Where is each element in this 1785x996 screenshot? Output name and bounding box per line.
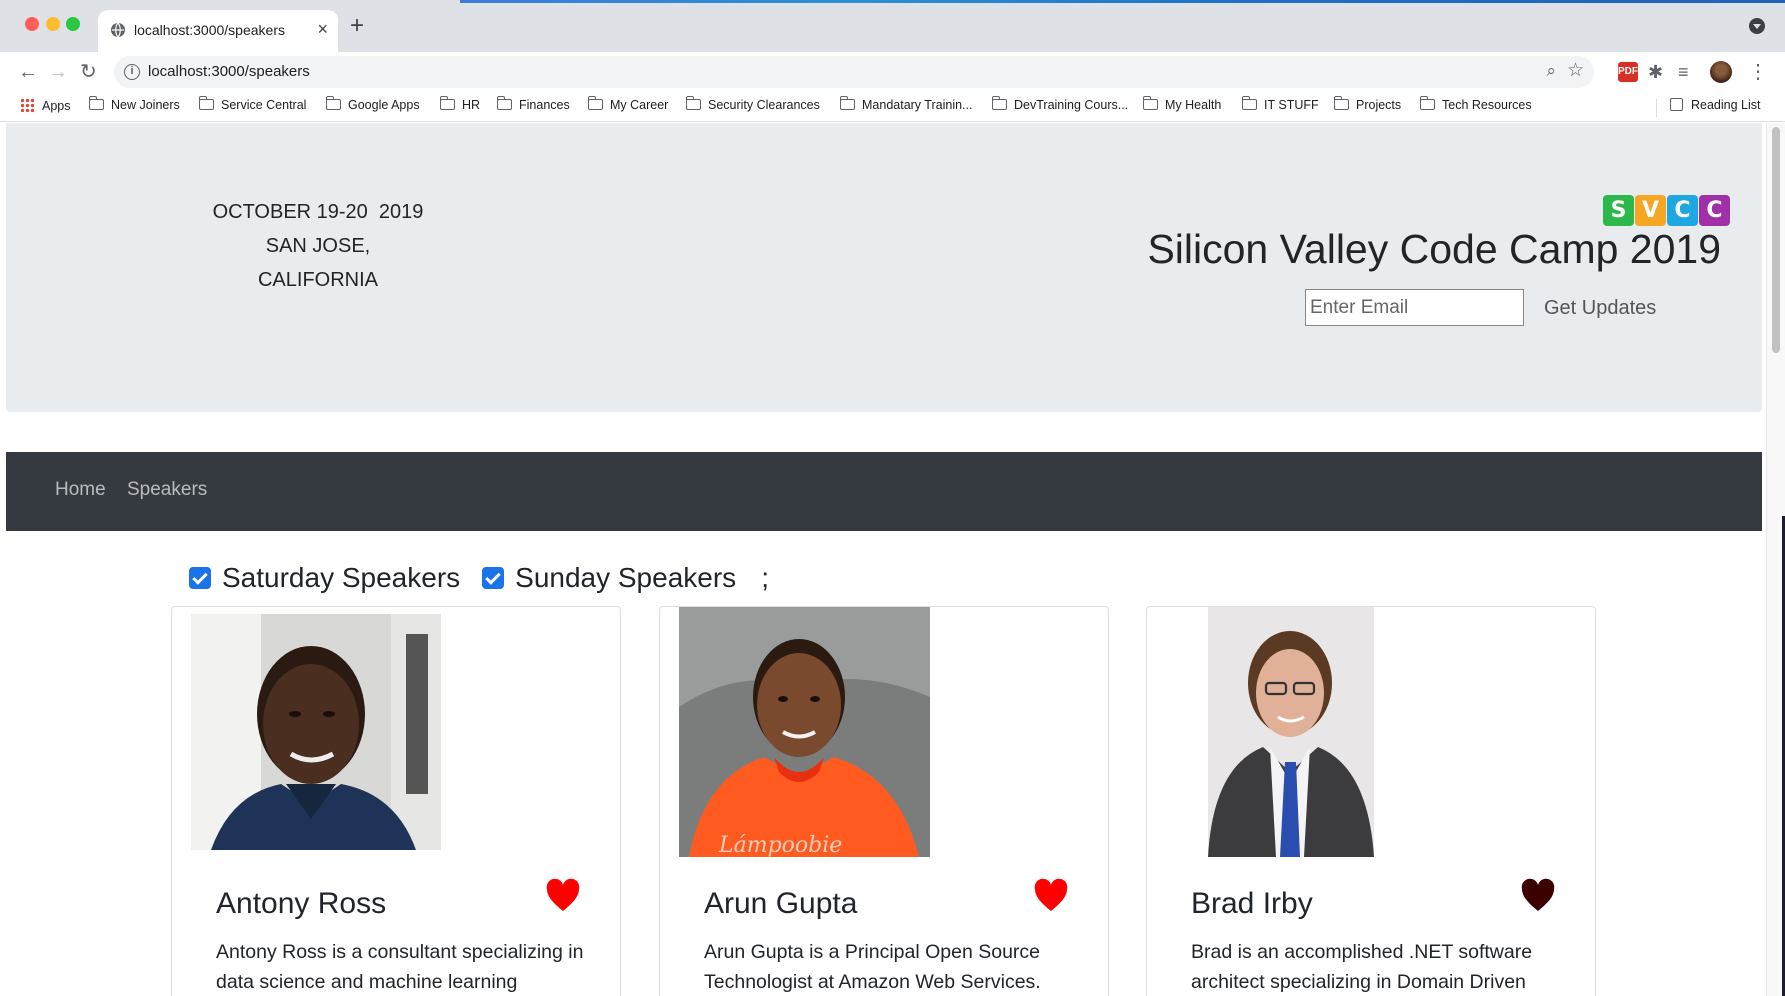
speaker-card: Antony Ross Antony Ross is a consultant …: [171, 606, 621, 996]
svg-text:Lámpoobie: Lámpoobie: [718, 833, 842, 857]
bookmark-hr[interactable]: HR: [440, 96, 480, 112]
folder-icon: [497, 96, 512, 110]
new-tab-button[interactable]: +: [350, 14, 364, 38]
globe-icon: [111, 22, 125, 38]
extensions-puzzle-icon[interactable]: ✱: [1648, 62, 1668, 82]
address-bar[interactable]: i localhost:3000/speakers ⌕ ☆: [114, 56, 1594, 88]
browser-toolbar: ← → ↻ i localhost:3000/speakers ⌕ ☆ PDF …: [0, 52, 1785, 92]
bookmark-star-icon[interactable]: ☆: [1567, 59, 1584, 82]
folder-icon: [199, 96, 214, 110]
get-updates-button[interactable]: Get Updates: [1534, 293, 1666, 324]
speaker-bio: Arun Gupta is a Principal Open Source Te…: [704, 941, 1041, 993]
tab-title: localhost:3000/speakers: [134, 22, 285, 38]
folder-icon: [89, 96, 104, 110]
minimize-window-button[interactable]: [46, 17, 60, 31]
reload-icon[interactable]: ↻: [80, 60, 97, 84]
folder-icon: [840, 96, 855, 110]
sunday-checkbox[interactable]: [482, 567, 505, 589]
saturday-checkbox[interactable]: [189, 567, 211, 589]
bookmarks-separator: [1656, 99, 1657, 117]
speaker-photo: [191, 614, 441, 850]
speaker-day-filters: Saturday Speakers Sunday Speakers ;: [189, 558, 769, 598]
favorite-heart-icon[interactable]: [1520, 878, 1556, 914]
nav-speakers-link[interactable]: Speakers: [127, 479, 207, 501]
speaker-photo: [1208, 607, 1374, 857]
bookmark-service-central[interactable]: Service Central: [199, 96, 306, 112]
folder-icon: [1143, 96, 1158, 110]
logo-letter-s: S: [1603, 195, 1634, 226]
site-info-icon[interactable]: i: [124, 64, 140, 80]
event-location: SAN JOSE, CALIFORNIA: [257, 235, 379, 291]
folder-icon: [326, 96, 341, 110]
logo-letter-c2: C: [1699, 195, 1730, 226]
maximize-window-button[interactable]: [66, 17, 80, 31]
browser-menu-icon[interactable]: ⋮: [1748, 62, 1768, 82]
reading-list-icon: [1670, 98, 1683, 111]
reading-list-button[interactable]: Reading List: [1670, 98, 1761, 112]
scrollbar-thumb[interactable]: [1772, 127, 1780, 353]
bookmark-it-stuff[interactable]: IT STUFF: [1242, 96, 1319, 112]
folder-icon: [992, 96, 1007, 110]
bookmarks-bar: Apps New Joiners Service Central Google …: [0, 92, 1785, 122]
close-tab-icon[interactable]: ×: [317, 19, 328, 39]
favorite-heart-icon[interactable]: [1033, 878, 1069, 914]
header-banner: OCTOBER 19-20 2019 SAN JOSE, CALIFORNIA …: [6, 123, 1762, 412]
speaker-card: Brad Irby Brad is an accomplished .NET s…: [1146, 606, 1596, 996]
speaker-name: Brad Irby: [1191, 887, 1313, 920]
media-control-icon[interactable]: ≡: [1678, 62, 1698, 82]
bookmark-tech-resources[interactable]: Tech Resources: [1420, 96, 1532, 112]
main-navbar: Home Speakers: [6, 452, 1762, 531]
page-viewport: OCTOBER 19-20 2019 SAN JOSE, CALIFORNIA …: [0, 123, 1785, 996]
pdf-extension-icon[interactable]: PDF: [1618, 62, 1638, 82]
bookmark-security-clearances[interactable]: Security Clearances: [686, 96, 820, 112]
folder-icon: [440, 96, 455, 110]
bookmark-my-career[interactable]: My Career: [588, 96, 668, 112]
speaker-name: Arun Gupta: [704, 887, 858, 920]
tab-search-icon[interactable]: [1749, 18, 1765, 34]
folder-icon: [1420, 96, 1435, 110]
stray-semicolon: ;: [761, 562, 769, 593]
address-url[interactable]: localhost:3000/speakers: [148, 63, 310, 80]
folder-icon: [1334, 96, 1349, 110]
folder-icon: [588, 96, 603, 110]
browser-tab-active[interactable]: localhost:3000/speakers ×: [98, 10, 338, 52]
speaker-bio: Antony Ross is a consultant specializing…: [216, 941, 584, 993]
bookmark-apps[interactable]: Apps: [20, 98, 71, 113]
event-dates: OCTOBER 19-20 2019: [212, 201, 424, 223]
forward-icon[interactable]: →: [48, 60, 68, 84]
svcc-logo: S V C C: [1603, 195, 1730, 226]
apps-grid-icon: [20, 98, 34, 112]
speaker-name: Antony Ross: [216, 887, 387, 920]
tab-strip-highlight: [460, 0, 1785, 3]
bookmark-finances[interactable]: Finances: [497, 96, 570, 112]
bookmark-mandatary-training[interactable]: Mandatary Trainin...: [840, 96, 972, 112]
bookmark-devtraining[interactable]: DevTraining Cours...: [992, 96, 1128, 112]
logo-letter-v: V: [1635, 195, 1666, 226]
email-input[interactable]: [1305, 289, 1524, 326]
site-title: Silicon Valley Code Camp 2019: [1147, 226, 1721, 272]
browser-window: localhost:3000/speakers × + ← → ↻ i loca…: [0, 0, 1785, 996]
nav-home-link[interactable]: Home: [55, 479, 106, 501]
folder-icon: [1242, 96, 1257, 110]
sunday-label[interactable]: Sunday Speakers: [515, 562, 736, 594]
close-window-button[interactable]: [25, 17, 39, 31]
bookmark-my-health[interactable]: My Health: [1143, 96, 1221, 112]
speaker-bio: Brad is an accomplished .NET software ar…: [1191, 941, 1533, 993]
bookmark-new-joiners[interactable]: New Joiners: [89, 96, 180, 112]
speaker-photo: Lámpoobie: [679, 607, 930, 857]
saturday-label[interactable]: Saturday Speakers: [222, 562, 460, 594]
event-info: OCTOBER 19-20 2019 SAN JOSE, CALIFORNIA: [208, 195, 428, 297]
profile-avatar[interactable]: [1710, 61, 1732, 83]
favorite-heart-icon[interactable]: [545, 878, 581, 914]
zoom-icon[interactable]: ⌕: [1546, 61, 1556, 81]
logo-letter-c1: C: [1667, 195, 1698, 226]
speaker-card: Lámpoobie Arun Gupta Arun Gupta is a Pri…: [659, 606, 1109, 996]
folder-icon: [686, 96, 701, 110]
tab-strip: localhost:3000/speakers × +: [0, 0, 1785, 52]
bookmark-projects[interactable]: Projects: [1334, 96, 1401, 112]
back-icon[interactable]: ←: [18, 60, 38, 84]
bookmark-google-apps[interactable]: Google Apps: [326, 96, 420, 112]
